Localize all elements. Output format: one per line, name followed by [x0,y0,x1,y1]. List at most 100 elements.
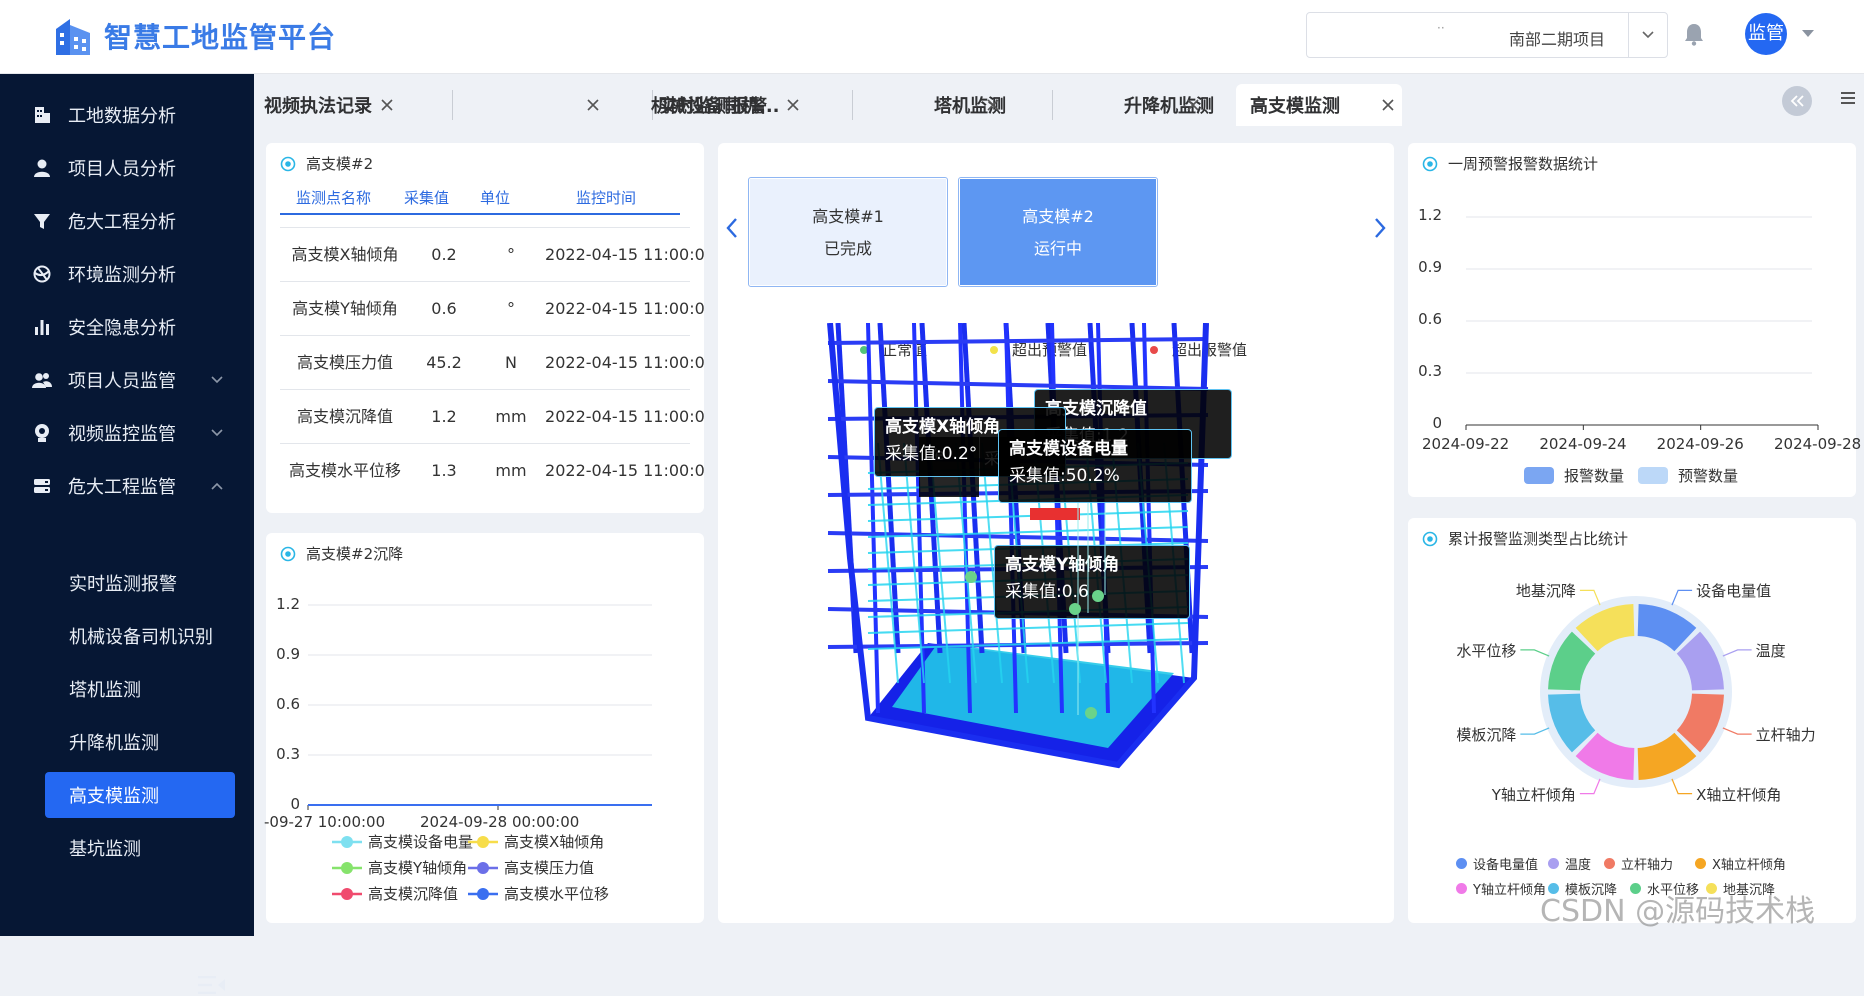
slice-label: 地基沉降 [1515,582,1576,601]
tabs-scroll-left-button[interactable] [1782,86,1812,116]
table-header-cell: 单位 [480,189,511,207]
table-header-cell: 监测点名称 [296,189,372,207]
legend-item[interactable]: 报警数量 [1524,465,1624,486]
sidebar-item-label: 危大工程监管 [68,477,176,498]
close-icon[interactable] [987,99,999,111]
tab-bar: 视频执法记录 实时监测报警 机械设备司机... 塔机监测 升降机监测 高支模监测 [254,74,1864,126]
table-cell: 2022-04-15 11:00:00 [545,407,704,426]
x-tick-label: 2024-09-24 [1539,435,1627,453]
legend-item[interactable]: 高支模水平位移 [468,883,609,904]
sidebar-item-0[interactable]: 工地数据分析 [0,90,254,140]
pie-legend-item[interactable]: Y轴立杆倾角 [1456,879,1546,898]
sidebar-item-label: 环境监测分析 [68,265,176,286]
slice-label: X轴立杆倾角 [1696,785,1782,804]
close-icon[interactable] [787,99,799,111]
app-logo[interactable]: 智慧工地监管平台 [52,14,336,58]
pie-legend-item[interactable]: 温度 [1548,854,1591,873]
legend-swatch [332,835,362,848]
x-tick-label: 2024-09-28 00:00:00 [420,813,580,831]
sidebar-subitem-1[interactable]: 机械设备司机识别 [45,613,235,659]
label-leader [1722,727,1752,735]
menu-collapse-icon[interactable] [198,974,226,996]
sidebar-item-2[interactable]: 危大工程分析 [0,196,254,246]
legend-dot [1695,858,1706,869]
tab-label: 视频执法记录 [264,96,372,117]
close-icon[interactable] [1382,99,1394,111]
sidebar-subitem-2[interactable]: 塔机监测 [45,666,235,712]
bar-chart-icon [35,320,49,335]
table-row: 高支模压力值 45.2 N 2022-04-15 11:00:00 [280,335,704,389]
legend-label: Y轴立杆倾角 [1473,883,1546,898]
target-icon [280,156,296,171]
sidebar-subitem-3[interactable]: 升降机监测 [45,719,235,765]
pie-legend-item[interactable]: X轴立杆倾角 [1695,854,1786,873]
user-avatar[interactable]: 监管 [1745,13,1787,55]
close-icon[interactable] [1187,99,1199,111]
y-tick-label: 0.9 [1418,258,1442,276]
sensor-dot[interactable] [1085,707,1097,719]
label-leader [1520,649,1550,657]
legend-label: 温度 [1565,858,1592,873]
legend-swatch [332,861,362,874]
tab-label: 机械设备司机... [651,96,780,117]
sensor-markers [965,503,1106,719]
table-cell: 高支模沉降值 [296,407,393,426]
sidebar-subitem-label: 升降机监测 [69,733,159,754]
sidebar-item-3[interactable]: 环境监测分析 [0,249,254,299]
x-tick-label: 2024-09-26 [1656,435,1744,453]
table-row: 高支模水平位移 1.3 mm 2022-04-15 11:00:00 [280,443,704,497]
table-card-title-text: 高支模#2 [306,155,374,173]
sidebar-item-4[interactable]: 安全隐患分析 [0,302,254,352]
y-tick-label: 0.9 [276,645,300,663]
sensor-dot[interactable] [965,571,977,583]
tab-5[interactable]: 高支模监测 [1236,84,1402,126]
y-tick-label: 1.2 [276,595,300,613]
legend-item[interactable]: 高支模压力值 [468,857,594,878]
sidebar-subitem-5[interactable]: 基坑监测 [45,825,235,871]
sidebar-item-7[interactable]: 危大工程监管 [0,461,254,511]
tab-4[interactable]: 升降机监测 [1050,84,1250,126]
building-icon [35,107,50,123]
sidebar-subitem-4[interactable]: 高支模监测 [45,772,235,818]
project-select[interactable]: ·· 南部二期项目 [1306,12,1668,58]
y-tick-label: 0.6 [1418,310,1442,328]
sidebar-item-6[interactable]: 视频监控监管 [0,408,254,458]
bell-icon[interactable] [1683,22,1705,46]
legend-item[interactable]: 高支模X轴倾角 [468,831,604,852]
legend-swatch [1638,467,1668,484]
tab-3[interactable]: 塔机监测 [850,84,1050,126]
y-tick-label: 0 [290,795,300,813]
table-cell: 2022-04-15 11:00:00 [545,353,704,372]
close-icon[interactable] [587,99,599,111]
sensor-dot[interactable] [1092,590,1104,602]
sidebar-subitem-0[interactable]: 实时监测报警 [45,560,235,606]
label-leader [1671,778,1693,795]
table-cell: 1.2 [431,407,457,426]
legend-item[interactable]: 高支模沉降值 [332,883,458,904]
top-header: 智慧工地监管平台 ·· 南部二期项目 监管 [0,0,1864,74]
legend-label: 设备电量值 [1473,858,1539,873]
sidebar-item-label: 视频监控监管 [68,424,176,445]
tab-2[interactable]: 机械设备司机... [650,84,850,126]
caret-down-icon[interactable] [1801,28,1815,38]
app-title: 智慧工地监管平台 [104,21,337,54]
pie-legend-item[interactable]: 设备电量值 [1456,854,1538,873]
sensor-dot[interactable] [1069,603,1081,615]
legend-item[interactable]: 高支模Y轴倾角 [332,857,467,878]
pie-legend-item[interactable]: 立杆轴力 [1604,854,1673,873]
chevron-down-icon[interactable] [1639,25,1657,43]
tabs-menu-icon[interactable] [1840,89,1856,107]
legend-item[interactable]: 预警数量 [1638,465,1738,486]
sidebar-item-1[interactable]: 项目人员分析 [0,143,254,193]
tab-1[interactable]: 实时监测报警 [450,84,767,126]
sidebar-subitem-label: 高支模监测 [69,786,159,807]
close-icon[interactable] [381,99,393,111]
legend-item[interactable]: 高支模设备电量 [332,831,473,852]
table-row: 高支模沉降值 1.2 mm 2022-04-15 11:00:00 [280,389,704,443]
people-icon [32,373,52,388]
double-chevron-left-icon [1790,95,1804,107]
table-cell: 0.6 [431,299,457,318]
tab-0[interactable]: 视频执法记录 [254,84,450,126]
select-divider [1628,13,1629,57]
sidebar-item-5[interactable]: 项目人员监管 [0,355,254,405]
